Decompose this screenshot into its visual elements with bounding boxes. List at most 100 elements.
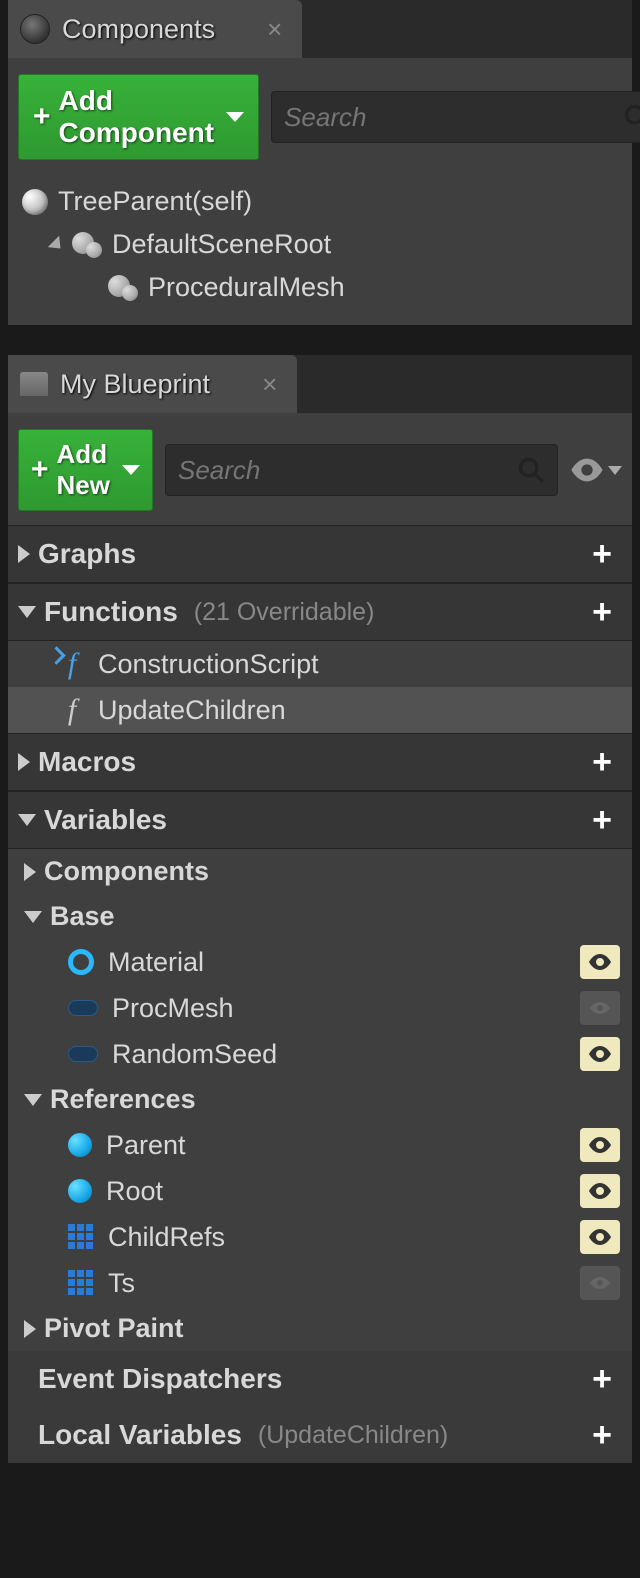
function-updatechildren[interactable]: f UpdateChildren (8, 687, 632, 733)
function-icon: f (58, 693, 86, 727)
variable-label: Material (108, 947, 204, 978)
variable-type-icon (68, 1000, 98, 1016)
variable-label: Ts (108, 1268, 135, 1299)
components-tree: TreeParent(self) DefaultSceneRoot Proced… (8, 174, 632, 315)
search-input[interactable] (284, 102, 623, 133)
var-material[interactable]: Material (8, 939, 632, 985)
plus-icon: + (33, 100, 51, 134)
tree-row-self[interactable]: TreeParent(self) (18, 180, 622, 223)
var-randomseed[interactable]: RandomSeed (8, 1031, 632, 1077)
components-tab[interactable]: Components × (8, 0, 302, 58)
expander-icon[interactable] (18, 606, 36, 618)
functions-overridable-count: (21 Overridable) (194, 598, 375, 627)
components-tab-icon (20, 14, 50, 44)
variable-label: ProcMesh (112, 993, 234, 1024)
expander-icon[interactable] (24, 1320, 36, 1338)
add-function-button[interactable]: + (582, 592, 622, 632)
category-graphs[interactable]: Graphs + (8, 525, 632, 583)
components-tab-bar: Components × (8, 0, 632, 58)
close-icon[interactable]: × (262, 369, 277, 400)
var-root[interactable]: Root (8, 1168, 632, 1214)
visibility-toggle[interactable] (580, 991, 620, 1025)
expander-icon[interactable] (18, 814, 36, 826)
tree-row-sceneroot[interactable]: DefaultSceneRoot (18, 223, 622, 266)
vargroup-base[interactable]: Base (8, 894, 632, 939)
add-component-label: Add Component (59, 85, 215, 149)
chevron-down-icon (122, 465, 140, 475)
blueprint-tab-title: My Blueprint (60, 369, 210, 400)
tree-label: ProceduralMesh (148, 272, 345, 303)
add-graph-button[interactable]: + (582, 534, 622, 574)
function-label: ConstructionScript (98, 649, 319, 680)
category-functions[interactable]: Functions (21 Overridable) + (8, 583, 632, 641)
expander-icon[interactable] (24, 911, 42, 923)
variable-type-icon (68, 1046, 98, 1062)
variable-label: Parent (106, 1130, 186, 1161)
var-childrefs[interactable]: ChildRefs (8, 1214, 632, 1260)
components-search[interactable] (271, 91, 640, 143)
blueprint-panel: + Add New Graphs + Functions (21 Overrid… (8, 413, 632, 1463)
vargroup-references[interactable]: References (8, 1077, 632, 1122)
visibility-toggle[interactable] (580, 945, 620, 979)
variable-type-icon (68, 1179, 92, 1203)
local-variables-context: (UpdateChildren) (258, 1421, 448, 1450)
add-new-label: Add New (57, 439, 110, 501)
vargroup-pivotpaint[interactable]: Pivot Paint (8, 1306, 632, 1351)
search-input[interactable] (178, 455, 517, 486)
var-ts[interactable]: Ts (8, 1260, 632, 1306)
variable-label: Root (106, 1176, 163, 1207)
visibility-toggle[interactable] (580, 1220, 620, 1254)
expander-icon[interactable] (24, 1094, 42, 1106)
category-label: Event Dispatchers (38, 1363, 282, 1395)
add-local-variable-button[interactable]: + (582, 1415, 622, 1455)
variable-type-icon (68, 1224, 94, 1250)
blueprint-tab-bar: My Blueprint × (8, 355, 632, 413)
add-new-button[interactable]: + Add New (18, 429, 153, 511)
vargroup-components[interactable]: Components (8, 849, 632, 894)
expander-icon[interactable] (48, 235, 66, 253)
scene-component-icon (72, 232, 102, 258)
visibility-toggle[interactable] (580, 1174, 620, 1208)
close-icon[interactable]: × (267, 14, 282, 45)
category-local-variables[interactable]: Local Variables (UpdateChildren) + (8, 1407, 632, 1463)
visibility-toggle[interactable] (580, 1128, 620, 1162)
eye-icon (570, 458, 604, 482)
vargroup-label: Pivot Paint (44, 1313, 184, 1344)
visibility-toggle[interactable] (580, 1037, 620, 1071)
category-label: Functions (44, 596, 178, 628)
function-label: UpdateChildren (98, 695, 286, 726)
add-component-button[interactable]: + Add Component (18, 74, 259, 160)
chevron-down-icon (608, 466, 622, 475)
search-icon (623, 103, 640, 131)
add-macro-button[interactable]: + (582, 742, 622, 782)
function-constructionscript[interactable]: f ConstructionScript (8, 641, 632, 687)
var-parent[interactable]: Parent (8, 1122, 632, 1168)
components-tab-title: Components (62, 14, 215, 45)
variable-label: ChildRefs (108, 1222, 225, 1253)
var-procmesh[interactable]: ProcMesh (8, 985, 632, 1031)
visibility-toggle[interactable] (580, 1266, 620, 1300)
vargroup-label: References (50, 1084, 196, 1115)
blueprint-tab-icon (20, 372, 48, 396)
add-variable-button[interactable]: + (582, 800, 622, 840)
expander-icon[interactable] (18, 753, 30, 771)
category-label: Variables (44, 804, 167, 836)
tree-row-procmesh[interactable]: ProceduralMesh (18, 266, 622, 309)
add-dispatcher-button[interactable]: + (582, 1359, 622, 1399)
plus-icon: + (31, 453, 49, 487)
tree-label: DefaultSceneRoot (112, 229, 331, 260)
blueprint-tab[interactable]: My Blueprint × (8, 355, 297, 413)
visibility-filter-button[interactable] (570, 458, 622, 482)
expander-icon[interactable] (24, 863, 36, 881)
search-icon (517, 456, 545, 484)
category-variables[interactable]: Variables + (8, 791, 632, 849)
variable-type-icon (68, 949, 94, 975)
blueprint-search[interactable] (165, 444, 558, 496)
expander-icon[interactable] (18, 545, 30, 563)
variable-type-icon (68, 1133, 92, 1157)
category-macros[interactable]: Macros + (8, 733, 632, 791)
tree-label: TreeParent(self) (58, 186, 252, 217)
component-icon (108, 275, 138, 301)
category-event-dispatchers[interactable]: Event Dispatchers + (8, 1351, 632, 1407)
category-label: Graphs (38, 538, 136, 570)
